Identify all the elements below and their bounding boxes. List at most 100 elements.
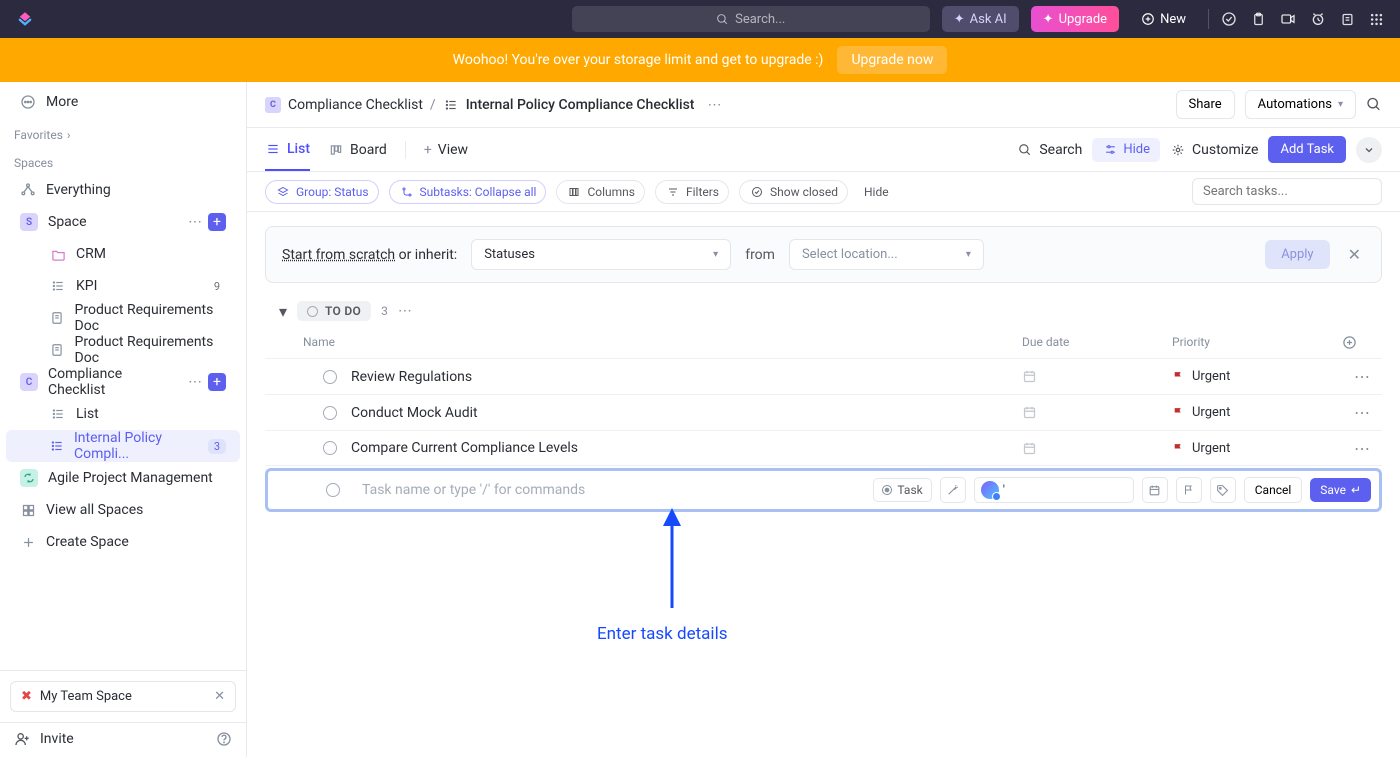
notepad-icon[interactable] [1340, 12, 1355, 27]
clipboard-icon[interactable] [1251, 12, 1266, 27]
status-circle[interactable] [323, 441, 337, 455]
start-from-scratch-link[interactable]: Start from scratch [282, 247, 395, 263]
list-icon [50, 438, 64, 454]
assignee-value: ' [1003, 483, 1005, 498]
add-column-button[interactable] [1342, 335, 1382, 350]
customize-button[interactable]: Customize [1170, 142, 1258, 158]
group-more-button[interactable]: ⋯ [398, 303, 412, 319]
due-date-cell[interactable] [1022, 441, 1172, 456]
upgrade-button[interactable]: ✦ Upgrade [1031, 6, 1119, 32]
statuses-select[interactable]: Statuses ▾ [471, 239, 731, 270]
filters-chip[interactable]: Filters [655, 180, 729, 204]
from-label: from [745, 247, 775, 263]
automations-button[interactable]: Automations ▾ [1245, 90, 1356, 119]
video-icon[interactable] [1280, 11, 1296, 27]
show-closed-chip[interactable]: Show closed [739, 180, 848, 204]
more-dots-icon[interactable]: ⋯ [188, 374, 202, 390]
apply-button[interactable]: Apply [1265, 240, 1329, 269]
sidebar-item-prd1[interactable]: Product Requirements Doc [6, 302, 240, 334]
expand-button[interactable] [1356, 137, 1382, 163]
search-tasks-input[interactable] [1192, 178, 1382, 205]
priority-cell[interactable]: Urgent [1172, 369, 1342, 384]
priority-cell[interactable]: Urgent [1172, 441, 1342, 456]
tag-button[interactable] [1210, 477, 1236, 503]
alarm-icon[interactable] [1310, 11, 1326, 27]
ask-ai-button[interactable]: ✦ Ask AI [942, 6, 1019, 32]
task-row[interactable]: Compare Current Compliance Levels Urgent… [265, 430, 1382, 466]
sidebar-item-label: Compliance Checklist [48, 366, 178, 398]
close-icon[interactable]: ✕ [214, 689, 225, 704]
task-row[interactable]: Conduct Mock Audit Urgent ⋯ [265, 394, 1382, 430]
search-button[interactable]: Search [1017, 142, 1082, 158]
status-circle[interactable] [323, 370, 337, 384]
priority-cell[interactable]: Urgent [1172, 405, 1342, 420]
add-space-item-button[interactable]: + [208, 373, 226, 391]
task-type-button[interactable]: Task [873, 478, 931, 502]
sidebar-item-prd2[interactable]: Product Requirements Doc [6, 334, 240, 366]
tab-label: List [287, 141, 310, 157]
priority-button[interactable] [1176, 477, 1202, 503]
add-view-button[interactable]: + View [424, 128, 468, 171]
sidebar-item-crm[interactable]: CRM [6, 238, 240, 270]
cancel-button[interactable]: Cancel [1244, 477, 1303, 503]
sidebar-item-kpi[interactable]: KPI 9 [6, 270, 240, 302]
status-circle[interactable] [326, 483, 340, 497]
add-space-item-button[interactable]: + [208, 213, 226, 231]
team-space-chip[interactable]: ✖ My Team Space ✕ [10, 681, 236, 712]
more-dots-icon[interactable]: ⋯ [188, 214, 202, 230]
hide-button[interactable]: Hide [1092, 138, 1160, 162]
new-button[interactable]: New [1131, 6, 1196, 32]
due-date-cell[interactable] [1022, 369, 1172, 384]
chevron-right-icon: › [67, 128, 71, 142]
check-circle-icon[interactable] [1221, 11, 1237, 27]
row-more-button[interactable]: ⋯ [1342, 367, 1382, 386]
sidebar-item-list[interactable]: List [6, 398, 240, 430]
apps-grid-icon[interactable] [1369, 12, 1384, 27]
help-icon[interactable] [216, 731, 232, 747]
collapse-group-button[interactable]: ▾ [279, 302, 287, 321]
hide-link[interactable]: Hide [858, 182, 895, 202]
status-circle[interactable] [323, 406, 337, 420]
row-more-button[interactable]: ⋯ [1342, 439, 1382, 458]
sidebar-item-view-all[interactable]: View all Spaces [6, 494, 240, 526]
chip-label: Subtasks: Collapse all [420, 185, 537, 199]
due-date-cell[interactable] [1022, 405, 1172, 420]
sidebar-item-internal-policy[interactable]: Internal Policy Compli... 3 [6, 430, 240, 462]
task-row[interactable]: Review Regulations Urgent ⋯ [265, 358, 1382, 394]
new-task-input[interactable] [362, 482, 865, 498]
col-priority: Priority [1172, 335, 1342, 350]
global-search[interactable]: Search... [572, 6, 930, 32]
sidebar-item-everything[interactable]: Everything [6, 174, 240, 206]
sidebar-item-more[interactable]: More [6, 86, 240, 118]
close-icon[interactable]: ✕ [1344, 245, 1365, 264]
date-button[interactable] [1142, 477, 1168, 503]
row-more-button[interactable]: ⋯ [1342, 403, 1382, 422]
tab-board[interactable]: Board [328, 128, 387, 171]
sidebar-item-agile[interactable]: Agile Project Management [6, 462, 240, 494]
location-select[interactable]: Select location... ▾ [789, 239, 984, 270]
magic-wand-button[interactable] [940, 477, 966, 503]
share-button[interactable]: Share [1176, 90, 1235, 119]
breadcrumb-more[interactable]: ⋯ [707, 97, 721, 113]
sidebar-item-compliance[interactable]: C Compliance Checklist ⋯ + [6, 366, 240, 398]
status-pill[interactable]: TO DO [297, 301, 371, 321]
upgrade-now-button[interactable]: Upgrade now [837, 46, 947, 74]
favorites-heading[interactable]: Favorites › [0, 118, 246, 146]
task-type-label: Task [897, 483, 922, 497]
add-task-button[interactable]: Add Task [1268, 136, 1346, 163]
save-button[interactable]: Save ↵ [1310, 478, 1371, 502]
banner-text: Woohoo! You're over your storage limit a… [453, 52, 824, 68]
save-label: Save [1320, 483, 1346, 497]
chevron-down-icon: ▾ [966, 249, 971, 260]
columns-chip[interactable]: Columns [556, 180, 645, 204]
subtasks-chip[interactable]: Subtasks: Collapse all [389, 180, 547, 204]
search-icon[interactable] [1366, 97, 1382, 113]
invite-button[interactable]: Invite [0, 722, 246, 757]
tab-list[interactable]: List [265, 128, 310, 171]
assignee-chip[interactable]: ' [974, 477, 1134, 503]
breadcrumb-space[interactable]: Compliance Checklist [288, 97, 423, 113]
breadcrumb-page[interactable]: Internal Policy Compliance Checklist [466, 97, 695, 113]
sidebar-item-create-space[interactable]: Create Space [6, 526, 240, 558]
group-chip[interactable]: Group: Status [265, 180, 379, 204]
sidebar-item-space[interactable]: S Space ⋯ + [6, 206, 240, 238]
